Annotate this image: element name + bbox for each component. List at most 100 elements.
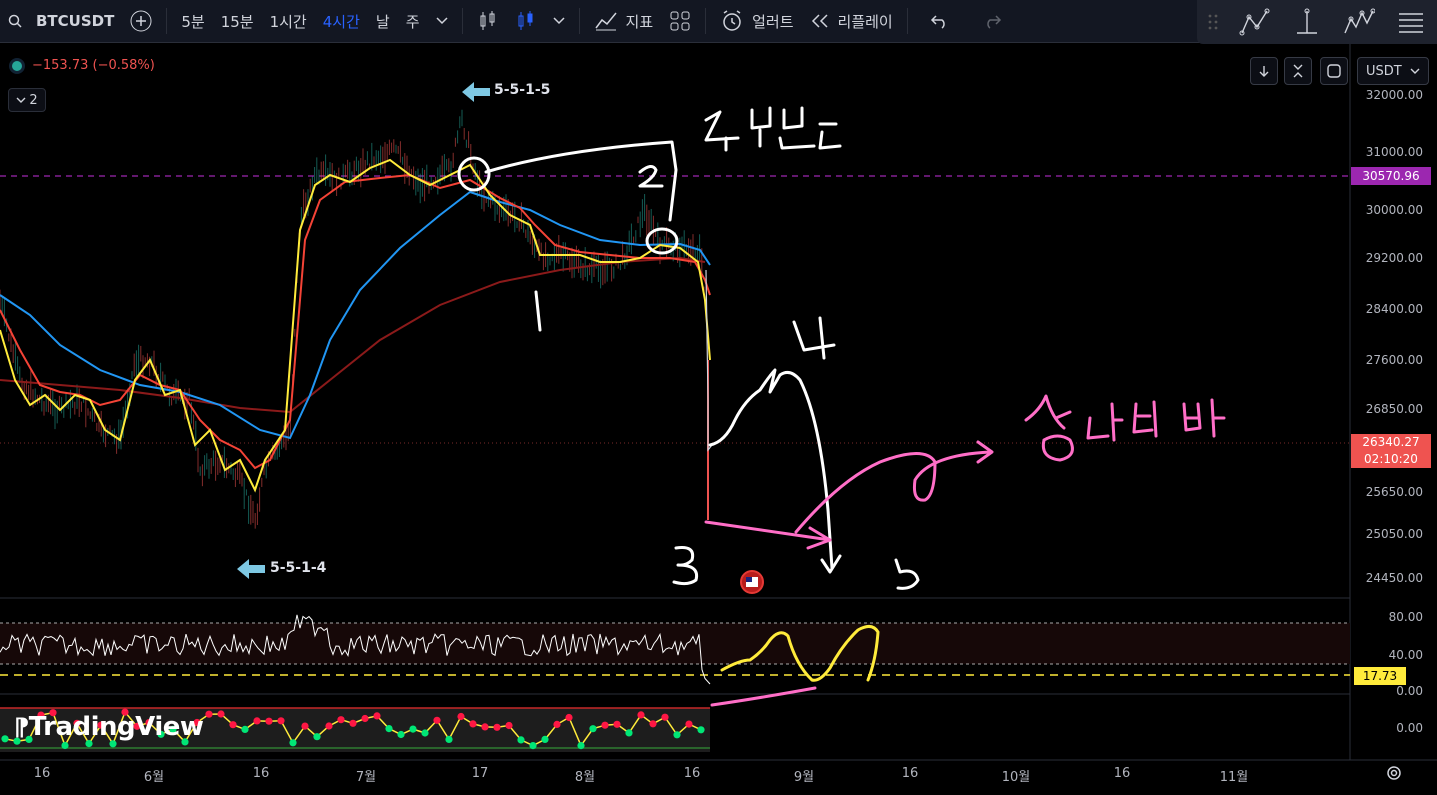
undo-icon[interactable]: [914, 0, 966, 42]
indicators-button[interactable]: 지표: [586, 0, 662, 42]
osc-dot: [301, 722, 309, 730]
osc-dot: [685, 720, 693, 728]
current-price-value: 26340.27: [1362, 435, 1420, 449]
time-label: 8월: [574, 770, 596, 785]
osc-dot: [361, 714, 369, 723]
arrow-down-icon: [1259, 66, 1269, 77]
wave-label-top: 5-5-1-5: [494, 82, 551, 98]
interval-4h[interactable]: 4시간: [315, 0, 368, 42]
osc-dot: [61, 741, 69, 750]
osc-dot: [481, 723, 489, 731]
fullscreen-button[interactable]: [1320, 57, 1348, 85]
ma-red[interactable]: [0, 173, 711, 470]
osc-scale-label: 0.00: [1396, 721, 1423, 735]
price-label: 25650.00: [1365, 485, 1423, 499]
indicators-collapse-button[interactable]: 2: [8, 88, 46, 112]
alert-button[interactable]: 얼러트: [712, 0, 801, 42]
collapse-pane-button[interactable]: [1284, 57, 1312, 85]
rsi-value-tag: 17.73: [1354, 667, 1406, 685]
ma-yellow[interactable]: [0, 158, 711, 493]
osc-dot: [217, 710, 225, 718]
alarm-icon: [723, 10, 741, 31]
market-status-icon[interactable]: [12, 60, 22, 71]
interval-day[interactable]: 날: [368, 0, 398, 42]
us-flag-icon: [746, 577, 752, 582]
bars-icon[interactable]: [469, 0, 507, 42]
osc-dot: [577, 742, 585, 750]
drag-handle-icon[interactable]: [1208, 12, 1218, 32]
redo-icon[interactable]: [966, 0, 1018, 42]
layout-icon[interactable]: [661, 0, 699, 42]
osc-dot: [337, 716, 345, 724]
scroll-to-bottom-button[interactable]: [1250, 57, 1278, 85]
handwritten-drawings[interactable]: [457, 106, 920, 590]
arrow-left-icon: [462, 82, 490, 102]
arrow-left-icon: [237, 559, 265, 579]
osc-dot: [649, 720, 657, 728]
osc-dot: [637, 711, 645, 719]
collapsed-count: 2: [29, 92, 38, 108]
osc-dot: [205, 710, 213, 718]
price-label: 29200.00: [1365, 251, 1423, 265]
time-axis[interactable]: 16 6월 16 7월 17 8월 16 9월 16 10월 16 11월: [0, 760, 1437, 790]
price-label: 25050.00: [1365, 527, 1423, 541]
current-price-tag[interactable]: 26340.27 02:10:20: [1351, 434, 1431, 468]
drawing-tools-bar: [1197, 0, 1437, 44]
time-label: 16: [683, 766, 701, 781]
chevron-down-icon[interactable]: [428, 0, 456, 42]
price-chart[interactable]: [0, 44, 1437, 795]
osc-dot: [253, 717, 261, 725]
divider: [461, 8, 463, 34]
interval-5m[interactable]: 5분: [173, 0, 212, 42]
candles-icon[interactable]: [507, 0, 545, 42]
interval-15m[interactable]: 15분: [213, 0, 262, 42]
osc-dot: [469, 720, 477, 728]
compare-plus-icon[interactable]: [122, 0, 160, 42]
replay-icon: [811, 14, 828, 28]
tradingview-logo[interactable]: ⁋TradingView: [14, 712, 204, 742]
search-icon[interactable]: [0, 0, 30, 42]
candles[interactable]: [0, 109, 705, 529]
osc-dot: [349, 719, 357, 727]
wave-label-bottom: 5-5-1-4: [270, 560, 327, 576]
osc-dot: [601, 721, 609, 729]
elliott-wave-icon[interactable]: [1343, 7, 1376, 37]
time-label: 10월: [1001, 770, 1031, 785]
time-label: 16: [901, 766, 919, 781]
ma-dark-red[interactable]: [0, 256, 706, 414]
chevron-down-icon[interactable]: [545, 0, 573, 42]
price-scale[interactable]: 32000.00 31000.00 30000.00 29200.00 2840…: [1350, 44, 1437, 759]
divider: [705, 8, 707, 34]
maximize-icon: [1327, 64, 1341, 78]
ma-blue[interactable]: [0, 190, 711, 440]
osc-dot: [613, 720, 621, 728]
time-label: 6월: [143, 770, 165, 785]
replay-label: 리플레이: [837, 12, 893, 31]
osc-dot: [541, 735, 549, 744]
time-label: 7월: [355, 770, 377, 785]
chart-legend: −153.73 (−0.58%): [12, 58, 155, 73]
menu-lines-icon[interactable]: [1396, 7, 1426, 37]
interval-week[interactable]: 주: [398, 0, 428, 42]
osc-dot: [289, 739, 297, 747]
alert-label: 얼러트: [752, 12, 794, 31]
osc-dot: [457, 712, 465, 721]
osc-dot: [589, 725, 597, 733]
osc-dot: [1, 735, 9, 743]
symbol-search[interactable]: BTCUSDT: [30, 0, 122, 42]
interval-1h[interactable]: 1시간: [262, 0, 315, 42]
price-label: 26850.00: [1365, 402, 1423, 416]
abcd-pattern-icon[interactable]: [1239, 7, 1271, 37]
rsi-scale-label: 0.00: [1396, 684, 1423, 698]
highlight-price-tag[interactable]: 30570.96: [1351, 167, 1431, 185]
osc-dot: [277, 717, 285, 725]
osc-dot: [265, 717, 273, 725]
replay-button[interactable]: 리플레이: [802, 0, 901, 42]
osc-dot: [493, 723, 501, 731]
osc-dot: [445, 735, 453, 744]
price-label: 32000.00: [1365, 88, 1423, 102]
price-label: 28400.00: [1365, 302, 1423, 316]
settings-icon[interactable]: [1385, 764, 1403, 782]
indicators-label: 지표: [625, 12, 654, 31]
vertical-line-tool-icon[interactable]: [1292, 7, 1322, 37]
